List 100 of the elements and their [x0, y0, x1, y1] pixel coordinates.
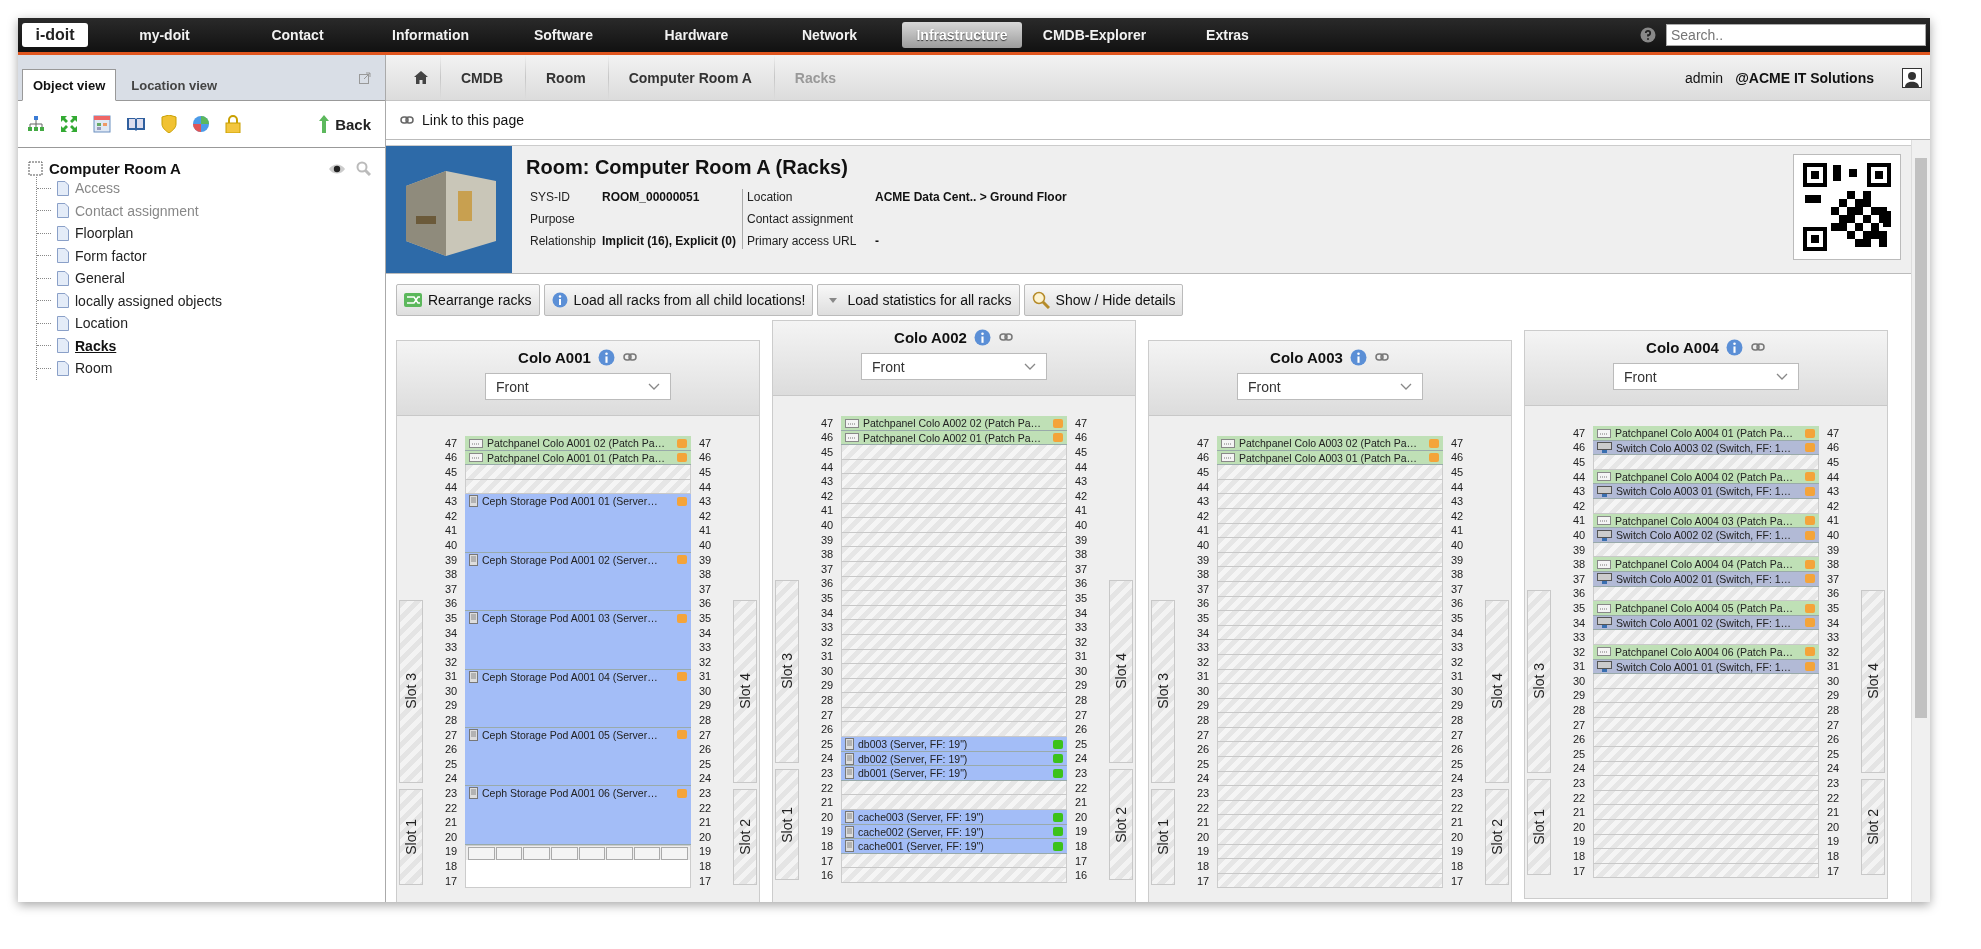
empty-rack-unit[interactable] [1217, 640, 1443, 655]
nav-menu-item[interactable]: Network [763, 22, 896, 48]
tree-item[interactable]: locally assigned objects [75, 292, 223, 309]
empty-rack-unit[interactable] [1593, 674, 1819, 689]
hierarchy-icon[interactable] [27, 116, 45, 132]
rack-slot[interactable]: Slot 1 [1527, 779, 1551, 876]
search-field[interactable]: Search.. [1666, 24, 1926, 46]
link-icon[interactable] [400, 116, 414, 124]
empty-rack-unit[interactable] [1217, 684, 1443, 699]
rack-slot[interactable]: Slot 2 [1485, 789, 1509, 886]
user-name[interactable]: admin [1685, 69, 1724, 86]
view-dropdown[interactable]: Front [861, 353, 1047, 380]
view-tab[interactable]: Location view [120, 69, 229, 101]
empty-rack-unit[interactable] [1217, 786, 1443, 801]
rack-slot[interactable]: Slot 3 [1151, 599, 1175, 784]
empty-rack-unit[interactable] [1217, 567, 1443, 582]
empty-rack-unit[interactable] [1217, 611, 1443, 626]
rack-device[interactable]: Patchpanel Colo A004 04 (Patch Pa… [1593, 557, 1819, 572]
empty-rack-unit[interactable] [841, 664, 1067, 679]
empty-rack-unit[interactable] [841, 868, 1067, 883]
rack-device[interactable]: Patchpanel Colo A004 01 (Patch Pa… [1593, 426, 1819, 441]
page-link[interactable]: Link to this page [422, 112, 524, 128]
rack-device[interactable]: Ceph Storage Pod A001 03 (Server… [465, 611, 691, 670]
rack-slot[interactable]: Slot 3 [1527, 589, 1551, 774]
chassis-device[interactable] [465, 844, 691, 889]
breadcrumb-link[interactable]: Room [546, 69, 586, 86]
rack-slot[interactable]: Slot 1 [399, 789, 423, 886]
empty-rack-unit[interactable] [841, 722, 1067, 738]
empty-rack-unit[interactable] [1593, 455, 1819, 470]
action-button[interactable]: Rearrange racks [396, 284, 540, 316]
rack-slot[interactable]: Slot 4 [733, 599, 757, 784]
nav-menu-item[interactable]: my-doit [98, 22, 231, 48]
rack-slot[interactable]: Slot 2 [733, 789, 757, 886]
rack-slot[interactable]: Slot 4 [1861, 589, 1885, 774]
empty-rack-unit[interactable] [841, 693, 1067, 708]
link-icon[interactable] [1749, 343, 1766, 351]
rack-slot[interactable]: Slot 3 [775, 579, 799, 764]
rack-device[interactable]: db003 (Server, FF: 19") [841, 737, 1067, 752]
rack-device[interactable]: Patchpanel Colo A004 05 (Patch Pa… [1593, 601, 1819, 616]
empty-rack-unit[interactable] [1217, 830, 1443, 845]
rack-slot[interactable]: Slot 4 [1109, 579, 1133, 764]
empty-rack-unit[interactable] [1593, 820, 1819, 835]
rack-device[interactable]: Ceph Storage Pod A001 04 (Server… [465, 669, 691, 728]
empty-rack-unit[interactable] [1217, 859, 1443, 874]
empty-rack-unit[interactable] [1593, 703, 1819, 718]
empty-rack-unit[interactable] [841, 445, 1067, 460]
nav-menu-item[interactable]: Hardware [630, 22, 763, 48]
empty-rack-unit[interactable] [841, 518, 1067, 533]
help-icon[interactable] [1640, 27, 1656, 43]
nav-menu-item[interactable]: Information [364, 22, 497, 48]
tree-root-label[interactable]: Computer Room A [49, 160, 181, 177]
rack-device[interactable]: Patchpanel Colo A001 02 (Patch Pa… [465, 436, 691, 451]
info-icon[interactable] [1349, 348, 1367, 366]
empty-rack-unit[interactable] [841, 620, 1067, 635]
view-dropdown[interactable]: Front [485, 373, 671, 400]
pie-chart-icon[interactable] [192, 115, 210, 133]
rack-device[interactable]: cache001 (Server, FF: 19") [841, 839, 1067, 854]
info-icon[interactable] [973, 328, 991, 346]
empty-rack-unit[interactable] [1593, 805, 1819, 821]
empty-rack-unit[interactable] [1217, 494, 1443, 509]
rack-device[interactable]: Ceph Storage Pod A001 05 (Server… [465, 727, 691, 787]
empty-rack-unit[interactable] [1217, 713, 1443, 728]
empty-rack-unit[interactable] [1217, 757, 1443, 772]
link-icon[interactable] [1373, 353, 1390, 361]
back-button[interactable]: Back [319, 115, 371, 133]
nav-menu-item[interactable]: CMDB-Explorer [1028, 22, 1161, 48]
empty-rack-unit[interactable] [1593, 776, 1819, 791]
rack-device[interactable]: Switch Colo A002 02 (Switch, FF: 1… [1593, 528, 1819, 543]
empty-rack-unit[interactable] [1593, 849, 1819, 864]
home-icon[interactable] [414, 71, 428, 84]
nav-menu-item[interactable]: Contact [231, 22, 364, 48]
rack-device[interactable]: Switch Colo A003 01 (Switch, FF: 1… [1593, 484, 1819, 499]
breadcrumb-link[interactable]: CMDB [461, 69, 503, 86]
tree-item[interactable]: General [75, 270, 125, 287]
info-icon[interactable] [1725, 338, 1743, 356]
nav-menu-item[interactable]: Extras [1161, 22, 1294, 48]
rack-device[interactable]: Ceph Storage Pod A001 02 (Server… [465, 552, 691, 612]
view-dropdown[interactable]: Front [1613, 363, 1799, 390]
rack-device[interactable]: Patchpanel Colo A003 02 (Patch Pa… [1217, 436, 1443, 451]
action-button[interactable]: Load all racks from all child locations! [543, 284, 814, 316]
empty-rack-unit[interactable] [841, 591, 1067, 606]
search-icon[interactable] [356, 161, 371, 176]
empty-rack-unit[interactable] [1593, 747, 1819, 762]
rack-device[interactable]: Patchpanel Colo A002 02 (Patch Pa… [841, 416, 1067, 431]
action-button[interactable]: Load statistics for all racks [817, 284, 1020, 316]
rack-device[interactable]: Ceph Storage Pod A001 06 (Server… [465, 786, 691, 845]
external-link-icon[interactable] [359, 71, 371, 84]
tenant-name[interactable]: @ACME IT Solutions [1735, 69, 1874, 86]
app-logo[interactable]: i-doit [22, 23, 88, 47]
rack-slot[interactable]: Slot 2 [1109, 769, 1133, 880]
rack-slot[interactable]: Slot 3 [399, 599, 423, 784]
shield-icon[interactable] [161, 115, 177, 133]
empty-rack-unit[interactable] [1217, 538, 1443, 553]
empty-rack-unit[interactable] [841, 474, 1067, 489]
empty-rack-unit[interactable] [841, 547, 1067, 562]
rack-device[interactable]: cache003 (Server, FF: 19") [841, 810, 1067, 825]
expand-arrows-icon[interactable] [60, 115, 78, 133]
nav-menu-item[interactable]: Software [497, 22, 630, 48]
rack-device[interactable]: Ceph Storage Pod A001 01 (Server… [465, 494, 691, 553]
calendar-icon[interactable] [93, 115, 111, 133]
